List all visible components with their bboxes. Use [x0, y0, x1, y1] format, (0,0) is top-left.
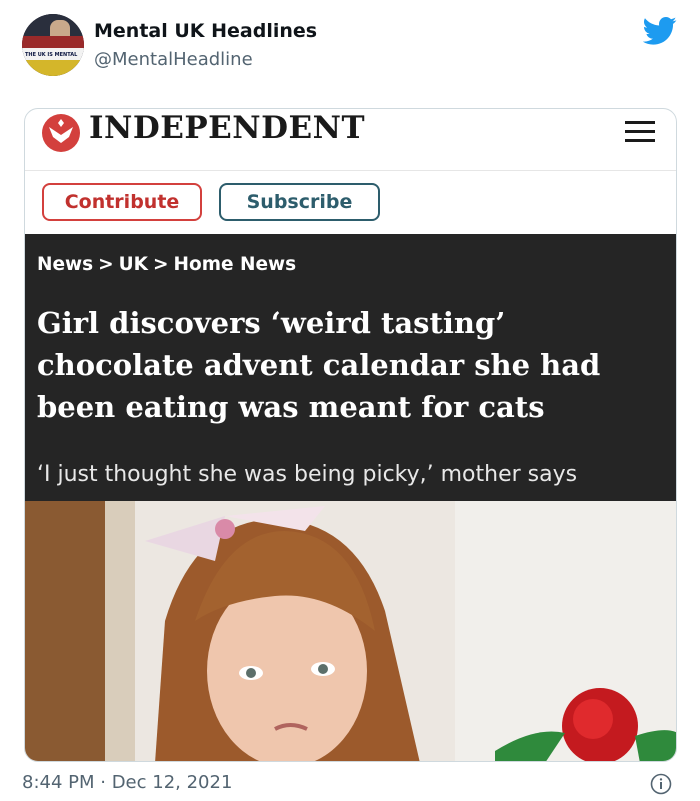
author-handle[interactable]: @MentalHeadline: [94, 49, 253, 70]
eagle-icon: [42, 114, 80, 152]
breadcrumb-item-home-news[interactable]: Home News: [174, 254, 297, 275]
article-photo: [25, 501, 676, 761]
hamburger-menu-icon[interactable]: [625, 121, 655, 145]
info-icon[interactable]: [650, 773, 672, 795]
article-headline[interactable]: Girl discovers ‘weird tasting’ chocolate…: [37, 302, 667, 428]
avatar[interactable]: THE UK IS MENTAL: [22, 14, 84, 76]
breadcrumb-separator: >: [153, 254, 169, 275]
breadcrumb-item-news[interactable]: News: [37, 254, 93, 275]
breadcrumb-separator: >: [98, 254, 114, 275]
avatar-text: THE UK IS MENTAL: [25, 52, 78, 58]
tweet-timestamp[interactable]: 8:44 PM · Dec 12, 2021: [22, 772, 232, 793]
contribute-button[interactable]: Contribute: [42, 183, 202, 221]
subscribe-button[interactable]: Subscribe: [219, 183, 380, 221]
breadcrumb: News > UK > Home News: [37, 254, 296, 275]
author-display-name[interactable]: Mental UK Headlines: [94, 20, 317, 42]
tweet-header: THE UK IS MENTAL Mental UK Headlines @Me…: [0, 0, 700, 100]
breadcrumb-item-uk[interactable]: UK: [119, 254, 148, 275]
masthead[interactable]: INDEPENDENT: [89, 110, 365, 146]
twitter-bird-icon[interactable]: [643, 16, 677, 46]
article-card[interactable]: INDEPENDENT Contribute Subscribe News > UK…: [24, 108, 677, 762]
site-header: INDEPENDENT: [25, 109, 676, 171]
article-header-panel: News > UK > Home News Girl discovers ‘weird …: [25, 234, 676, 501]
article-standfirst: ‘I just thought she was being picky,’ mo…: [37, 462, 578, 487]
